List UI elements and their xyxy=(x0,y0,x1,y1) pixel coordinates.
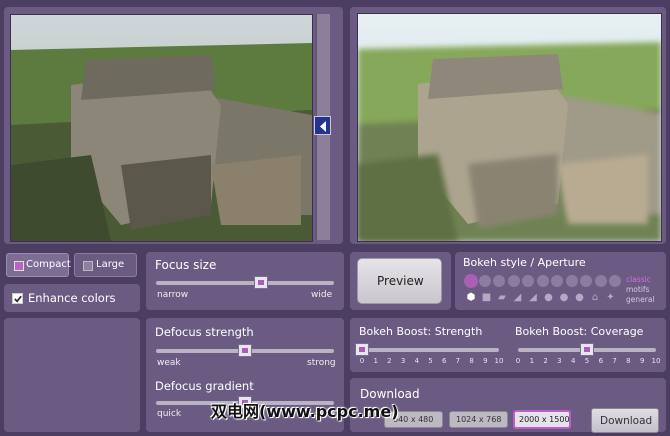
defocus-gradient-min: quick xyxy=(157,409,182,419)
size-640-label: 640 x 480 xyxy=(393,415,434,424)
defocus-strength-thumb[interactable] xyxy=(238,344,252,357)
triangle-icon[interactable]: ◢ xyxy=(528,293,538,303)
tick-label: 10 xyxy=(651,357,661,365)
bokeh-swatch[interactable] xyxy=(507,275,520,287)
focus-size-thumb[interactable] xyxy=(254,276,269,289)
original-image xyxy=(10,14,313,242)
circle-icon[interactable]: ● xyxy=(544,293,554,303)
boost-strength-thumb[interactable] xyxy=(355,343,369,356)
boost-strength-title: Bokeh Boost: Strength xyxy=(359,325,483,338)
bokeh-swatch-selected[interactable] xyxy=(464,274,478,288)
bokeh-shape-row: ⬢ ■ ▰ ◢ ◢ ● ● ● ⌂ ✦ xyxy=(466,293,626,305)
hexagon-icon[interactable]: ⬢ xyxy=(466,293,476,303)
tick-label: 6 xyxy=(598,357,604,365)
preview-button[interactable]: Preview xyxy=(357,258,442,304)
tick-label: 0 xyxy=(359,357,365,365)
bokeh-swatch[interactable] xyxy=(580,275,592,287)
defocus-gradient-title: Defocus gradient xyxy=(155,379,254,393)
tick-label: 7 xyxy=(612,357,617,365)
tick-label: 9 xyxy=(483,357,488,365)
focus-size-slider[interactable] xyxy=(156,276,334,290)
large-checkbox-icon xyxy=(83,261,93,271)
tick-label: 2 xyxy=(387,357,392,365)
focus-size-min: narrow xyxy=(157,290,189,300)
circle-icon[interactable]: ● xyxy=(575,293,585,303)
bokeh-style-title: Bokeh style / Aperture xyxy=(463,256,586,269)
tick-label: 10 xyxy=(494,357,504,365)
preview-label: Preview xyxy=(377,274,424,288)
size-2000-button[interactable]: 2000 x 1500 xyxy=(513,410,571,429)
bokeh-category-general[interactable]: general xyxy=(626,295,655,304)
house-icon[interactable]: ⌂ xyxy=(590,293,600,303)
tick-label: 4 xyxy=(570,357,576,365)
boost-strength-slider[interactable]: 0 1 2 3 4 5 6 7 8 9 10 xyxy=(355,343,503,365)
defocus-strength-min: weak xyxy=(157,358,181,368)
tick-label: 7 xyxy=(455,357,461,365)
bokeh-swatch[interactable] xyxy=(478,275,491,287)
circle-icon[interactable]: ● xyxy=(559,293,569,303)
tick-label: 8 xyxy=(626,357,631,365)
bokeh-swatch-row xyxy=(464,274,624,289)
bokeh-swatch[interactable] xyxy=(493,275,505,287)
bokeh-category-classic[interactable]: classic xyxy=(626,275,651,284)
left-empty-panel xyxy=(4,318,140,432)
size-1024-button[interactable]: 1024 x 768 xyxy=(449,411,508,428)
compact-label: Compact xyxy=(26,259,71,270)
triangle-icon[interactable]: ◢ xyxy=(513,293,523,303)
tick-label: 0 xyxy=(515,357,521,365)
enhance-colors-label: Enhance colors xyxy=(28,291,116,305)
tick-label: 6 xyxy=(441,357,447,365)
bokeh-swatch[interactable] xyxy=(522,275,534,287)
size-1024-label: 1024 x 768 xyxy=(456,415,502,424)
boost-coverage-title: Bokeh Boost: Coverage xyxy=(515,325,644,338)
large-label: Large xyxy=(96,259,125,270)
tick-label: 2 xyxy=(543,357,548,365)
large-button[interactable]: Large xyxy=(74,253,137,277)
enhance-colors-checkbox[interactable] xyxy=(12,293,23,304)
focus-size-title: Focus size xyxy=(155,258,217,272)
tick-label: 5 xyxy=(584,357,590,365)
tick-label: 4 xyxy=(414,357,420,365)
download-label: Download xyxy=(600,415,653,427)
tick-label: 3 xyxy=(557,357,562,365)
tick-label: 8 xyxy=(469,357,474,365)
download-button[interactable]: Download xyxy=(591,408,659,433)
defocus-strength-max: strong xyxy=(307,358,336,368)
site-watermark: 双电网(www.pcpc.me) xyxy=(211,402,399,421)
compact-button[interactable]: Compact xyxy=(6,253,71,277)
bokeh-swatch[interactable] xyxy=(594,275,607,287)
bokeh-swatch[interactable] xyxy=(551,275,563,287)
size-2000-label: 2000 x 1500 xyxy=(519,415,570,424)
bokeh-swatch[interactable] xyxy=(536,275,549,287)
bokeh-category-motifs[interactable]: motifs xyxy=(626,285,649,294)
tick-label: 9 xyxy=(639,357,645,365)
bokeh-swatch[interactable] xyxy=(565,275,578,287)
star-icon[interactable]: ✦ xyxy=(606,293,616,303)
tick-label: 1 xyxy=(373,357,378,365)
defocus-strength-slider[interactable] xyxy=(156,344,334,358)
tick-label: 3 xyxy=(400,357,406,365)
bokeh-swatch[interactable] xyxy=(609,275,621,287)
square-icon[interactable]: ■ xyxy=(482,293,492,303)
preview-image xyxy=(357,13,662,242)
boost-coverage-thumb[interactable] xyxy=(580,343,594,356)
boost-coverage-slider[interactable]: 0 1 2 3 4 5 6 7 8 9 10 xyxy=(516,343,660,365)
split-handle-arrow-icon[interactable] xyxy=(314,116,331,135)
tick-label: 1 xyxy=(529,357,535,365)
compact-checkbox-icon xyxy=(14,261,24,271)
defocus-strength-title: Defocus strength xyxy=(155,325,254,339)
tick-label: 5 xyxy=(428,357,433,365)
focus-size-max: wide xyxy=(311,290,333,300)
parallelogram-icon[interactable]: ▰ xyxy=(497,293,507,303)
